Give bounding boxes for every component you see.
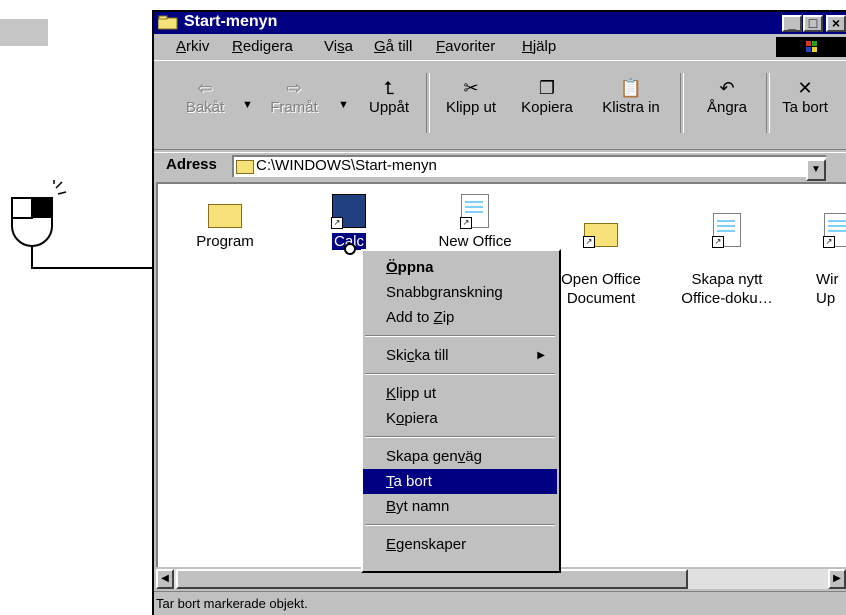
back-arrow-icon: ⇦ bbox=[197, 78, 213, 98]
clipboard-icon: 📋 bbox=[619, 78, 643, 98]
close-button[interactable]: × bbox=[826, 15, 846, 32]
copy-button[interactable]: ❐ Kopiera bbox=[510, 77, 584, 116]
up-button[interactable]: ⮤ Uppåt bbox=[362, 77, 416, 116]
forward-dropdown-icon[interactable]: ▼ bbox=[338, 99, 349, 111]
menu-item-create-shortcut[interactable]: Skapa genväg bbox=[363, 444, 557, 469]
mouse-icon bbox=[11, 180, 67, 247]
gray-tab bbox=[0, 19, 48, 46]
status-text: Tar bort markerade objekt. bbox=[156, 596, 308, 611]
title-bar: Start-menyn _ □ × bbox=[154, 12, 846, 34]
list-item[interactable]: ↗ Skapa nytt Office-doku… bbox=[672, 194, 782, 308]
menu-favoriter[interactable]: Favoriter bbox=[436, 38, 495, 55]
toolbar-separator bbox=[426, 73, 430, 133]
scroll-left-icon[interactable]: ◀ bbox=[156, 569, 174, 589]
calc-shortcut-icon: ↗ bbox=[331, 194, 366, 229]
menu-separator bbox=[365, 524, 555, 526]
menu-item-quickview[interactable]: Snabbgranskning bbox=[363, 280, 557, 305]
address-field[interactable]: C:\WINDOWS\Start-menyn ▼ bbox=[232, 155, 826, 181]
cut-button[interactable]: ✂ Klipp ut bbox=[434, 77, 508, 116]
menu-item-properties[interactable]: Egenskaper bbox=[363, 532, 557, 557]
back-button[interactable]: ⇦ Bakåt bbox=[180, 77, 230, 116]
up-folder-icon: ⮤ bbox=[383, 78, 395, 98]
submenu-arrow-icon: ▶ bbox=[537, 350, 545, 361]
menu-separator bbox=[365, 335, 555, 337]
menu-item-copy[interactable]: Kopiera bbox=[363, 406, 557, 431]
windows-update-icon: ↗ bbox=[823, 213, 846, 248]
menu-visa[interactable]: Visa bbox=[324, 38, 353, 55]
menu-separator bbox=[365, 373, 555, 375]
menu-item-cut[interactable]: Klipp ut bbox=[363, 381, 557, 406]
menu-redigera[interactable]: Redigera bbox=[232, 38, 293, 55]
address-bar: Adress C:\WINDOWS\Start-menyn ▼ bbox=[154, 152, 846, 181]
list-item[interactable]: ↗ Open Office Document bbox=[546, 194, 656, 308]
program-folder-icon bbox=[208, 204, 242, 228]
folder-icon bbox=[236, 160, 254, 174]
menu-bar: Arkiv Redigera Visa Gå till Favoriter Hj… bbox=[154, 36, 846, 58]
back-dropdown-icon[interactable]: ▼ bbox=[242, 99, 253, 111]
menu-hjalp[interactable]: Hjälp bbox=[522, 38, 556, 55]
forward-button[interactable]: ⇨ Framåt bbox=[266, 77, 322, 116]
list-item[interactable]: ↗ New Office bbox=[420, 194, 530, 251]
pointer-dot bbox=[344, 243, 356, 255]
scissors-icon: ✂ bbox=[463, 78, 479, 98]
delete-button[interactable]: ✕ Ta bort bbox=[770, 77, 840, 116]
menu-item-rename[interactable]: Byt namn bbox=[363, 494, 557, 519]
menu-item-delete[interactable]: Ta bort bbox=[363, 469, 557, 494]
undo-button[interactable]: ↶ Ångra bbox=[690, 77, 764, 116]
menu-item-add-zip[interactable]: Add to Zip bbox=[363, 305, 557, 330]
folder-icon bbox=[157, 15, 178, 30]
menu-separator bbox=[365, 436, 555, 438]
forward-arrow-icon: ⇨ bbox=[286, 78, 302, 98]
document-shortcut-icon: ↗ bbox=[712, 213, 741, 248]
copy-icon: ❐ bbox=[538, 78, 556, 98]
toolbar: ⇦ Bakåt ▼ ⇨ Framåt ▼ ⮤ Uppåt ✂ Klipp ut … bbox=[154, 60, 846, 150]
window-title: Start-menyn bbox=[184, 13, 278, 30]
minimize-button[interactable]: _ bbox=[782, 15, 802, 32]
undo-icon: ↶ bbox=[719, 78, 735, 98]
list-item[interactable]: Program bbox=[170, 194, 280, 251]
list-item[interactable]: ↗ Wir Up bbox=[792, 194, 846, 308]
paste-button[interactable]: 📋 Klistra in bbox=[586, 77, 676, 116]
document-shortcut-icon: ↗ bbox=[460, 194, 489, 229]
open-folder-shortcut-icon: ↗ bbox=[583, 223, 618, 248]
toolbar-separator bbox=[680, 73, 684, 133]
address-label: Adress bbox=[166, 156, 217, 173]
context-menu: Öppna Snabbgranskning Add to Zip Skicka … bbox=[361, 249, 561, 573]
scroll-right-icon[interactable]: ▶ bbox=[828, 569, 846, 589]
menu-arkiv[interactable]: Arkiv bbox=[176, 38, 209, 55]
maximize-button[interactable]: □ bbox=[803, 15, 823, 32]
menu-item-send-to[interactable]: Skicka till ▶ bbox=[363, 343, 557, 368]
menu-item-open[interactable]: Öppna bbox=[363, 255, 557, 280]
menu-ga-till[interactable]: Gå till bbox=[374, 38, 412, 55]
address-dropdown-icon[interactable]: ▼ bbox=[806, 159, 826, 181]
delete-x-icon: ✕ bbox=[797, 78, 813, 98]
status-bar: Tar bort markerade objekt. bbox=[154, 591, 846, 615]
windows-logo-icon bbox=[776, 37, 846, 57]
